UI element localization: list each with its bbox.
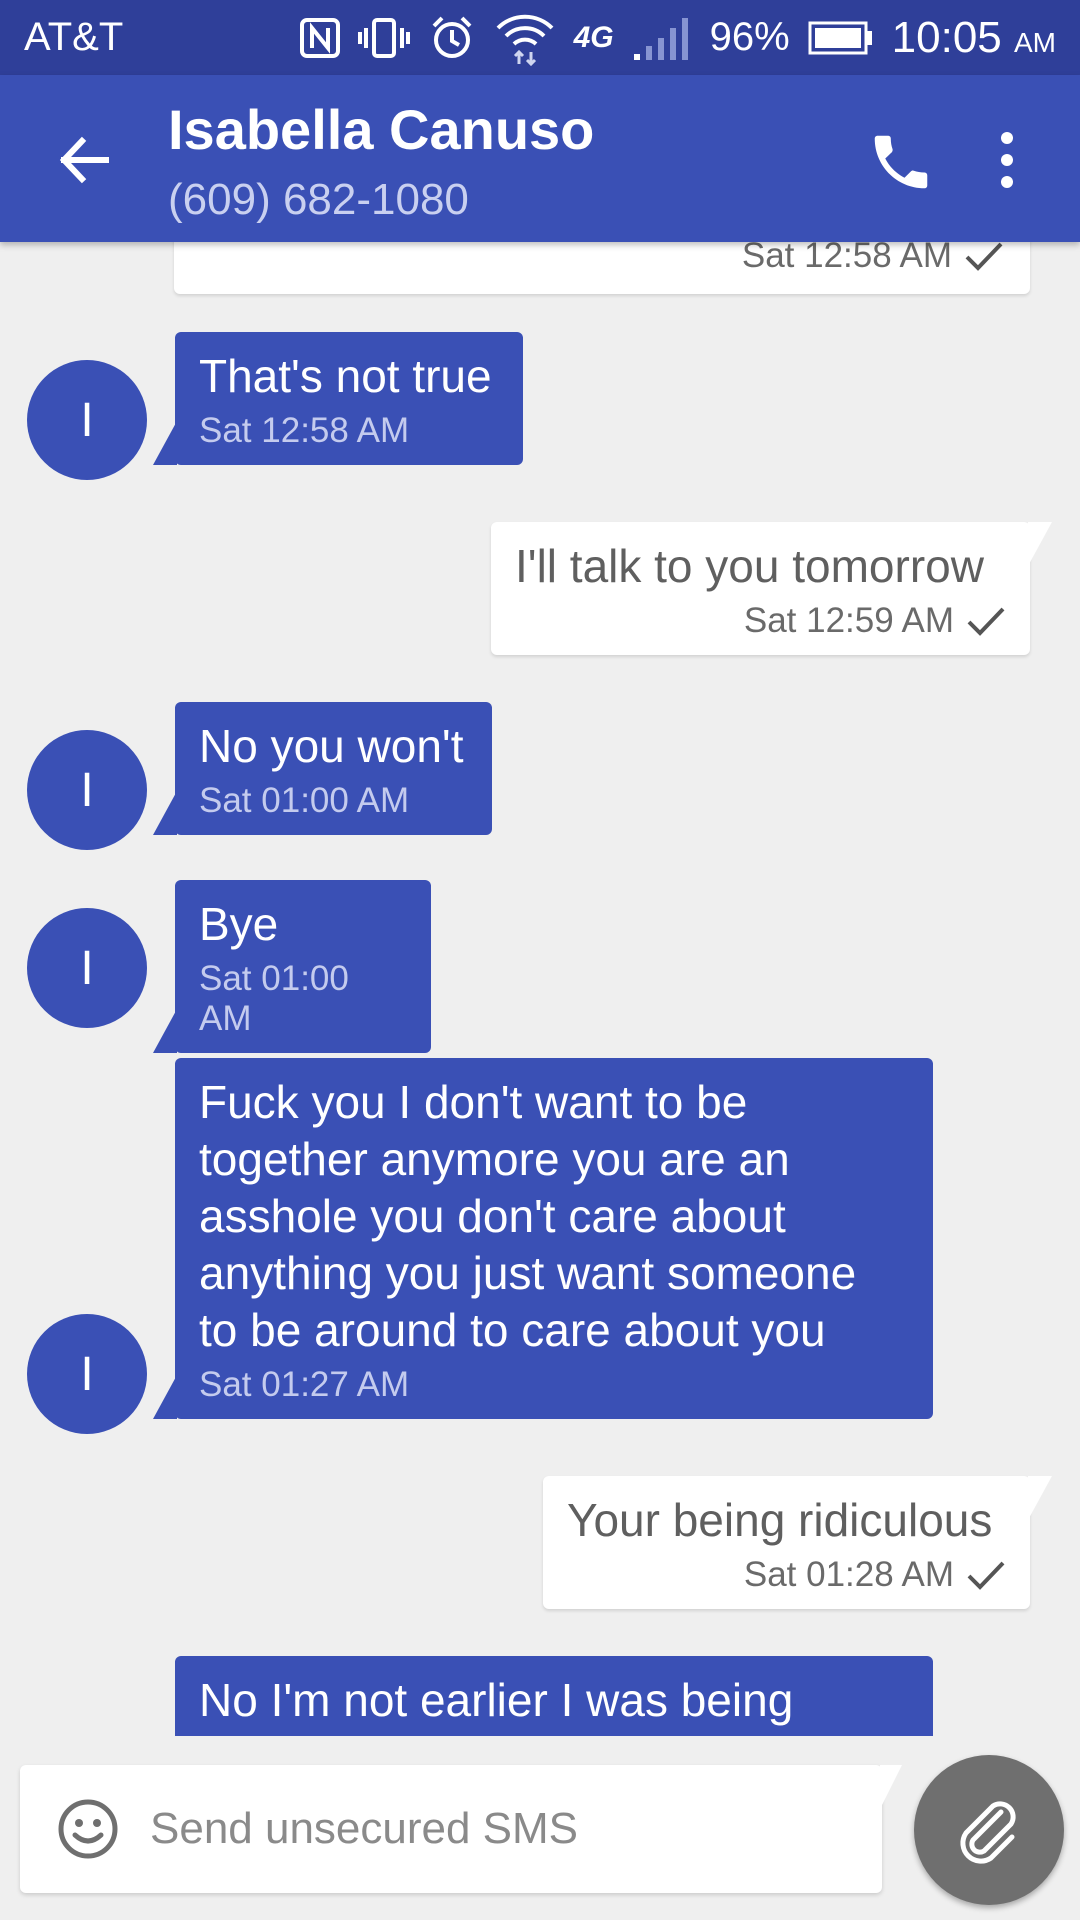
message-incoming[interactable]: That's not true Sat 12:58 AM bbox=[153, 332, 523, 465]
message-text-line: to be around to care about you bbox=[199, 1304, 826, 1356]
wifi-icon bbox=[494, 10, 556, 66]
message-time: Sat 12:58 AM bbox=[741, 242, 952, 275]
message-text: Your being ridiculous bbox=[567, 1494, 993, 1546]
vibrate-icon bbox=[357, 16, 410, 60]
message-meta: Sat 12:58 AM bbox=[742, 242, 1004, 276]
paperclip-icon bbox=[960, 1801, 1016, 1864]
check-icon bbox=[967, 1561, 1005, 1590]
avatar[interactable]: I bbox=[27, 730, 147, 850]
battery-icon bbox=[808, 21, 874, 55]
message-incoming[interactable]: Fuck you I don't want to be together any… bbox=[153, 1058, 933, 1419]
message-text-line: together anymore you are an bbox=[199, 1133, 790, 1185]
carrier-label: AT&T bbox=[24, 15, 124, 59]
message-incoming[interactable]: Bye Sat 01:00 AM bbox=[153, 880, 431, 1053]
message-input[interactable] bbox=[150, 1789, 850, 1869]
contact-name: Isabella Canuso bbox=[168, 98, 595, 161]
check-icon bbox=[967, 607, 1005, 636]
message-list[interactable]: Sat 12:58 AM I That's not true Sat 12:58… bbox=[0, 242, 1080, 1736]
network-type-label: 4G bbox=[573, 20, 614, 54]
call-button[interactable] bbox=[866, 127, 936, 197]
alarm-icon bbox=[428, 14, 476, 62]
message-text-line: asshole you don't care about bbox=[199, 1190, 786, 1242]
message-time: Sat 01:00 AM bbox=[199, 781, 410, 820]
message-outgoing[interactable]: Your being ridiculous Sat 01:28 AM bbox=[543, 1476, 1052, 1609]
emoji-icon[interactable] bbox=[56, 1797, 120, 1861]
signal-icon bbox=[632, 14, 692, 62]
more-vert-icon bbox=[1001, 132, 1013, 188]
message-text: That's not true bbox=[199, 350, 492, 402]
message-text: No you won't bbox=[199, 720, 464, 772]
avatar[interactable]: I bbox=[27, 908, 147, 1028]
nfc-icon bbox=[299, 17, 340, 58]
clock-time: 10:05 bbox=[891, 12, 1002, 62]
avatar[interactable]: I bbox=[27, 1314, 147, 1434]
status-icons: 4G 96% 10:05 AM bbox=[299, 10, 1056, 66]
status-bar: AT&T 4G 96% 10:05 AM bbox=[0, 0, 1080, 75]
clock: 10:05 AM bbox=[892, 13, 1056, 63]
screen: AT&T 4G 96% 10:05 AM Isabella Canuso (60… bbox=[0, 0, 1080, 1920]
more-options-button[interactable] bbox=[992, 125, 1022, 195]
back-button[interactable] bbox=[50, 125, 120, 195]
message-composer bbox=[20, 1765, 882, 1893]
phone-icon bbox=[874, 135, 928, 189]
arrow-back-icon bbox=[59, 136, 109, 184]
message-meta: Sat 12:59 AM bbox=[515, 601, 1006, 641]
message-time: Sat 12:58 AM bbox=[199, 411, 410, 450]
message-incoming[interactable]: No you won't Sat 01:00 AM bbox=[153, 702, 492, 835]
app-bar: Isabella Canuso (609) 682-1080 bbox=[0, 75, 1080, 242]
message-time: Sat 01:27 AM bbox=[199, 1365, 410, 1404]
message-text-line: Fuck you I don't want to be bbox=[199, 1076, 748, 1128]
message-incoming[interactable]: No I'm not earlier I was being bbox=[175, 1656, 933, 1736]
contact-number: (609) 682-1080 bbox=[168, 175, 469, 224]
avatar[interactable]: I bbox=[27, 360, 147, 480]
message-time: Sat 01:28 AM bbox=[743, 1555, 954, 1594]
message-text-line: anything you just want someone bbox=[199, 1247, 857, 1299]
message-text: Bye bbox=[199, 898, 279, 950]
message-time: Sat 12:59 AM bbox=[743, 601, 954, 640]
message-outgoing[interactable]: Sat 12:58 AM bbox=[174, 242, 1030, 294]
battery-percent: 96% bbox=[709, 15, 790, 59]
message-text: I'll talk to you tomorrow bbox=[515, 540, 984, 592]
message-time: Sat 01:00 AM bbox=[199, 959, 349, 1038]
message-text: No I'm not earlier I was being bbox=[199, 1674, 794, 1726]
message-meta: Sat 01:28 AM bbox=[567, 1555, 1006, 1595]
clock-ampm: AM bbox=[1014, 26, 1056, 58]
check-icon bbox=[965, 242, 1003, 271]
attach-button[interactable] bbox=[914, 1755, 1064, 1905]
message-outgoing[interactable]: I'll talk to you tomorrow Sat 12:59 AM bbox=[491, 522, 1052, 655]
